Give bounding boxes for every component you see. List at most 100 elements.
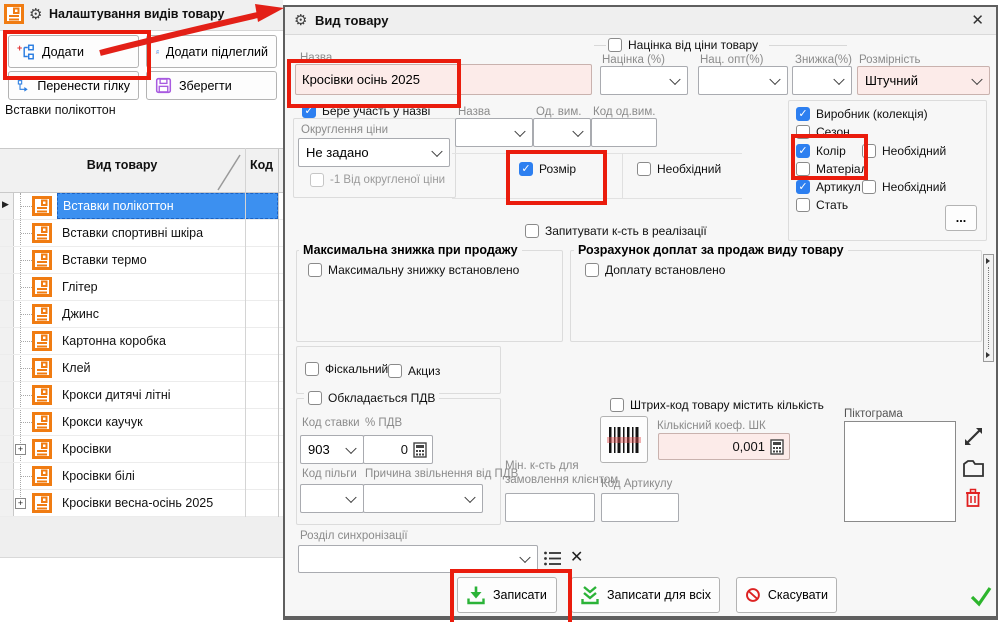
participates-row: Бере участь у назві — [302, 104, 430, 118]
row-label: Кросівки білі — [62, 469, 135, 483]
rounding-select[interactable]: Не задано — [298, 138, 450, 167]
vat-reason-select[interactable] — [363, 484, 483, 513]
min-qty-input[interactable] — [505, 493, 595, 522]
dimension-select[interactable]: Штучний — [857, 66, 990, 95]
scroll-down-icon[interactable] — [986, 352, 990, 358]
markup-from-price-checkbox[interactable] — [608, 38, 622, 52]
current-item-text: Вставки полікоттон — [5, 103, 116, 117]
add-child-branch-icon: + — [155, 43, 159, 61]
table-row[interactable]: Вставки спортивні шкіра — [0, 220, 283, 247]
table-row[interactable]: Кросівки — [0, 436, 283, 463]
surcharge-row: Доплату встановлено — [585, 263, 725, 277]
vat-percent-value: 0 — [401, 442, 408, 457]
unit-code-label: Код од.вим. — [593, 106, 655, 118]
coef-field[interactable]: 0,001 — [658, 433, 790, 460]
list-select-icon[interactable] — [543, 550, 563, 567]
name-input[interactable] — [295, 64, 592, 95]
confirm-check-icon[interactable] — [969, 585, 993, 607]
table-row[interactable]: Глітер — [0, 274, 283, 301]
save-tree-button-label: Зберегти — [179, 79, 232, 93]
required1-checkbox[interactable] — [862, 144, 876, 158]
save-tree-button[interactable]: Зберегти — [146, 71, 277, 100]
move-branch-button[interactable]: Перенести гілку — [8, 71, 139, 100]
calculator-icon[interactable] — [413, 442, 427, 458]
rate-code-select[interactable]: 903 — [300, 435, 364, 464]
color-checkbox[interactable] — [796, 144, 810, 158]
articul-checkbox[interactable] — [796, 180, 810, 194]
excise-checkbox[interactable] — [388, 364, 402, 378]
vat-reason-label: Причина звільнення від ПДВ — [365, 468, 518, 480]
close-icon[interactable]: ✕ — [971, 11, 984, 29]
vat-checkbox[interactable] — [308, 391, 322, 405]
more-features-button[interactable]: ... — [945, 205, 977, 231]
product-type-icon — [32, 358, 52, 378]
cancel-button[interactable]: Скасувати — [736, 577, 837, 613]
add-button-label: Додати — [42, 45, 84, 59]
resize-icon[interactable] — [962, 425, 985, 448]
barcode-qty-checkbox[interactable] — [610, 398, 624, 412]
pictogram-box[interactable] — [844, 421, 956, 522]
surcharge-checkbox[interactable] — [585, 263, 599, 277]
product-type-icon — [32, 466, 52, 486]
required-checkbox[interactable] — [637, 162, 651, 176]
calculator-icon[interactable] — [770, 439, 784, 455]
table-row[interactable]: Картонна коробка — [0, 328, 283, 355]
chevron-down-icon — [833, 73, 844, 84]
vat-percent-label: % ПДВ — [365, 417, 402, 429]
ask-qty-checkbox[interactable] — [525, 224, 539, 238]
unit-select[interactable] — [533, 118, 591, 147]
fiscal-label: Фіскальний — [325, 362, 388, 376]
table-row[interactable]: Кросівки весна-осінь 2025 — [0, 490, 283, 517]
expand-icon[interactable] — [15, 498, 26, 509]
markup-opt-select[interactable] — [698, 66, 788, 95]
row-label: Вставки полікоттон — [63, 199, 174, 213]
side-scrollbar[interactable] — [983, 254, 994, 362]
size-checkbox[interactable] — [519, 162, 533, 176]
tree-header[interactable]: Вид товару Код — [0, 148, 283, 193]
table-row[interactable]: Крокси каучук — [0, 409, 283, 436]
ask-qty-label: Запитувати к-сть в реалізації — [545, 224, 707, 238]
gender-checkbox[interactable] — [796, 198, 810, 212]
fiscal-checkbox[interactable] — [305, 362, 319, 376]
producer-label: Виробник (колекція) — [816, 107, 928, 121]
markup-select[interactable] — [600, 66, 688, 95]
max-discount-checkbox[interactable] — [308, 263, 322, 277]
gender-row: Стать — [796, 198, 848, 212]
add-button[interactable]: + Додати — [8, 35, 139, 68]
expand-icon[interactable] — [15, 444, 26, 455]
barcode-button[interactable] — [600, 416, 648, 463]
minus-one-checkbox[interactable] — [310, 173, 324, 187]
folder-icon[interactable] — [962, 459, 985, 478]
producer-checkbox[interactable] — [796, 107, 810, 121]
fiscal-row: Фіскальний — [305, 362, 388, 376]
benefit-code-select[interactable] — [300, 484, 364, 513]
product-type-icon — [32, 196, 52, 216]
articul-code-input[interactable] — [601, 493, 679, 522]
sync-select[interactable] — [298, 545, 538, 573]
material-checkbox[interactable] — [796, 162, 810, 176]
table-row[interactable]: Клей — [0, 355, 283, 382]
table-row[interactable]: Джинс — [0, 301, 283, 328]
season-checkbox[interactable] — [796, 125, 810, 139]
table-row[interactable]: Кросівки білі — [0, 463, 283, 490]
table-row[interactable]: Вставки полікоттон — [0, 193, 283, 220]
max-discount-row: Максимальну знижку встановлено — [308, 263, 519, 277]
trash-icon[interactable] — [965, 488, 981, 508]
attr-name-select[interactable] — [455, 118, 533, 147]
discount-select[interactable] — [792, 66, 852, 95]
required2-checkbox[interactable] — [862, 180, 876, 194]
save-all-button[interactable]: Записати для всіх — [571, 577, 720, 613]
rounding-value: Не задано — [306, 145, 369, 160]
table-row[interactable]: Вставки термо — [0, 247, 283, 274]
add-child-button[interactable]: + Додати підлеглий — [146, 35, 277, 68]
participates-checkbox[interactable] — [302, 104, 316, 118]
scroll-up-icon[interactable] — [986, 258, 990, 264]
dialog-titlebar[interactable]: ⚙ Вид товару ✕ — [285, 7, 996, 35]
vat-percent-field[interactable]: 0 — [363, 435, 433, 464]
articul-label: Артикул — [816, 180, 861, 194]
save-button[interactable]: Записати — [457, 577, 557, 613]
clear-sync-icon[interactable]: ✕ — [570, 547, 583, 567]
chevron-down-icon — [464, 491, 475, 502]
table-row[interactable]: Крокси дитячі літні — [0, 382, 283, 409]
unit-code-input[interactable] — [591, 118, 657, 147]
